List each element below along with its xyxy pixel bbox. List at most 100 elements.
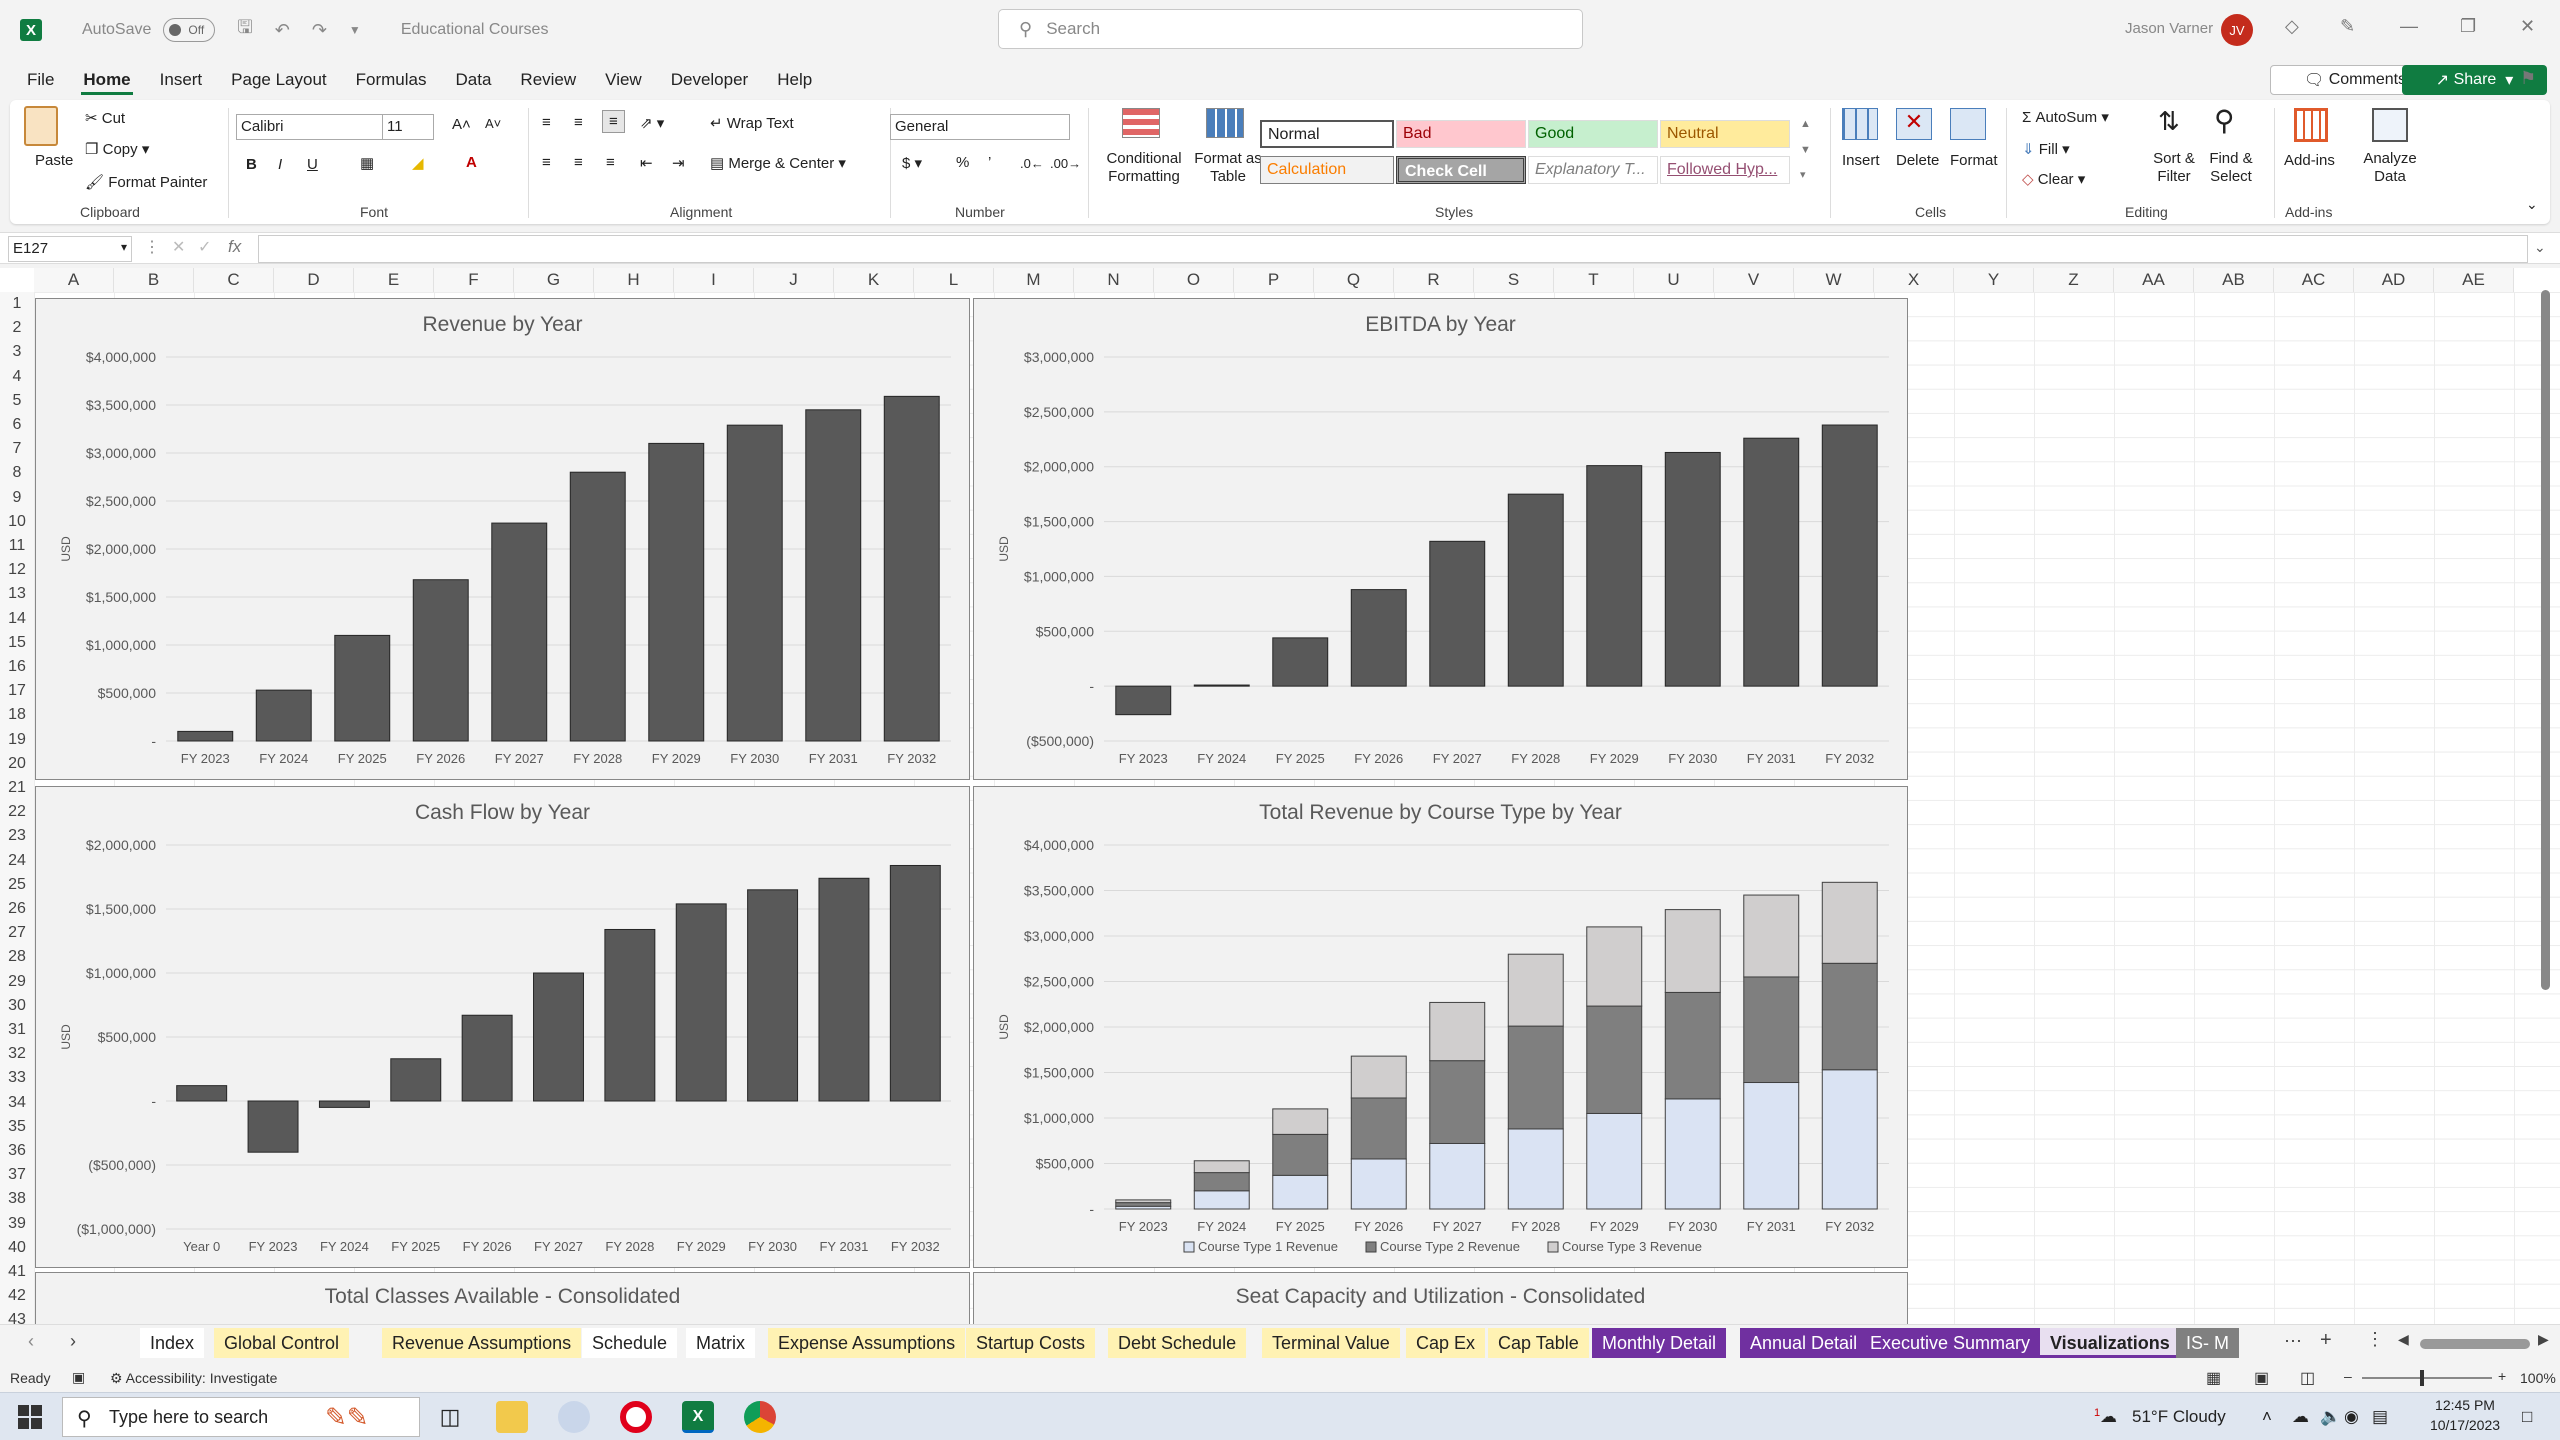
column-header[interactable]: B: [114, 268, 194, 292]
copy-button[interactable]: ❐ Copy ▾: [85, 140, 149, 158]
number-format-select[interactable]: General: [890, 114, 1070, 140]
sheet-tab[interactable]: Annual Detail: [1740, 1328, 1868, 1358]
increase-font-icon[interactable]: A˄: [452, 116, 471, 133]
row-header[interactable]: 33: [0, 1066, 34, 1091]
menu-page-layout[interactable]: Page Layout: [229, 66, 328, 94]
sheet-tab[interactable]: Terminal Value: [1262, 1328, 1400, 1358]
fill-color-icon[interactable]: ◢: [412, 154, 424, 172]
row-header[interactable]: 27: [0, 921, 34, 946]
merge-center-button[interactable]: ▤ Merge & Center ▾: [710, 154, 846, 172]
delete-cells-icon[interactable]: ✕: [1896, 108, 1932, 140]
zoom-slider-thumb[interactable]: [2420, 1370, 2424, 1386]
orientation-icon[interactable]: ⇗ ▾: [640, 114, 664, 132]
next-sheet-icon[interactable]: ›: [70, 1331, 76, 1352]
row-header[interactable]: 24: [0, 848, 34, 873]
row-header[interactable]: 29: [0, 969, 34, 994]
column-header[interactable]: I: [674, 268, 754, 292]
analyze-data-button[interactable]: Analyze Data: [2358, 150, 2422, 186]
add-ins-icon[interactable]: [2294, 108, 2328, 142]
weather-text[interactable]: 51°F Cloudy: [2132, 1407, 2226, 1427]
sheet-tab[interactable]: Debt Schedule: [1108, 1328, 1247, 1358]
menu-developer[interactable]: Developer: [669, 66, 751, 94]
row-header[interactable]: 14: [0, 606, 34, 631]
row-header[interactable]: 30: [0, 993, 34, 1018]
more-icon[interactable]: ⋮: [144, 237, 160, 257]
column-header[interactable]: G: [514, 268, 594, 292]
styles-more-icon[interactable]: ▾: [1800, 168, 1806, 181]
column-header[interactable]: Y: [1954, 268, 2034, 292]
taskbar-search-input[interactable]: ⚲ Type here to search ✎✎: [62, 1397, 420, 1437]
column-header[interactable]: J: [754, 268, 834, 292]
sheet-tab[interactable]: Schedule: [582, 1328, 678, 1358]
vertical-scrollbar[interactable]: [2538, 280, 2552, 1320]
column-header[interactable]: AB: [2194, 268, 2274, 292]
expand-formula-icon[interactable]: ⌄: [2534, 239, 2546, 256]
insert-button[interactable]: Insert: [1842, 152, 1880, 169]
cut-button[interactable]: ✂ Cut: [85, 109, 125, 127]
task-view-icon[interactable]: ◫: [434, 1401, 466, 1433]
minimize-icon[interactable]: —: [2400, 16, 2418, 37]
sheet-tab[interactable]: Index: [140, 1328, 205, 1358]
close-icon[interactable]: ✕: [2520, 16, 2535, 37]
increase-indent-icon[interactable]: ⇥: [672, 154, 685, 172]
row-header[interactable]: 20: [0, 751, 34, 776]
column-header[interactable]: AC: [2274, 268, 2354, 292]
menu-file[interactable]: File: [25, 66, 56, 94]
format-as-table-button[interactable]: Format as Table: [1190, 150, 1266, 186]
row-header[interactable]: 5: [0, 388, 34, 413]
name-box[interactable]: E127 ▾: [8, 236, 132, 262]
find-icon[interactable]: ⚲: [2214, 104, 2235, 137]
wrap-text-button[interactable]: ↵ Wrap Text: [710, 114, 794, 132]
column-header[interactable]: T: [1554, 268, 1634, 292]
sort-filter-icon[interactable]: ⇅: [2158, 106, 2180, 137]
file-explorer-icon[interactable]: [496, 1401, 528, 1433]
column-header[interactable]: F: [434, 268, 514, 292]
conditional-formatting-button[interactable]: Conditional Formatting: [1096, 150, 1192, 186]
tray-overflow-icon[interactable]: ˄: [2262, 1407, 2272, 1427]
ebitda-by-year-chart[interactable]: EBITDA by Year ($500,000) - $500,000 $1,000…: [973, 298, 1908, 780]
row-header[interactable]: 13: [0, 582, 34, 607]
horizontal-scrollbar-thumb[interactable]: [2420, 1339, 2530, 1349]
windows-start-icon[interactable]: [18, 1405, 42, 1429]
column-header[interactable]: W: [1794, 268, 1874, 292]
row-header[interactable]: 41: [0, 1260, 34, 1285]
total-classes-chart[interactable]: Total Classes Available - Consolidated: [35, 1272, 970, 1332]
sheet-tab[interactable]: Cap Table: [1488, 1328, 1589, 1358]
align-left-icon[interactable]: ≡: [542, 154, 551, 171]
column-header[interactable]: Q: [1314, 268, 1394, 292]
row-header[interactable]: 26: [0, 897, 34, 922]
styles-scroll-up-icon[interactable]: ▲: [1800, 118, 1811, 130]
column-header[interactable]: U: [1634, 268, 1714, 292]
customize-qat-icon[interactable]: ▼: [349, 23, 361, 37]
italic-icon[interactable]: I: [278, 156, 282, 173]
macro-icon[interactable]: ▣: [72, 1369, 85, 1386]
paste-button[interactable]: Paste: [35, 152, 73, 169]
row-header[interactable]: 31: [0, 1018, 34, 1043]
format-as-table-icon[interactable]: [1206, 108, 1244, 138]
zoom-in-icon[interactable]: +: [2498, 1368, 2506, 1384]
format-button[interactable]: Format: [1950, 152, 1998, 169]
autosum-button[interactable]: Σ AutoSum ▾: [2022, 108, 2109, 126]
delete-button[interactable]: Delete: [1896, 152, 1939, 169]
menu-help[interactable]: Help: [775, 66, 814, 94]
align-right-icon[interactable]: ≡: [606, 154, 615, 171]
align-middle-icon[interactable]: ≡: [574, 114, 583, 131]
row-header[interactable]: 28: [0, 945, 34, 970]
row-header[interactable]: 35: [0, 1114, 34, 1139]
excel-taskbar-icon[interactable]: X: [682, 1401, 714, 1433]
revenue-by-course-type-chart[interactable]: Total Revenue by Course Type by Year - $5…: [973, 786, 1908, 1268]
currency-icon[interactable]: $ ▾: [902, 154, 922, 172]
increase-decimal-icon[interactable]: .0←: [1020, 156, 1044, 171]
column-header[interactable]: AA: [2114, 268, 2194, 292]
weather-icon[interactable]: ☁: [2100, 1407, 2117, 1427]
sheet-tab[interactable]: Expense Assumptions: [768, 1328, 966, 1358]
save-icon[interactable]: 🖫: [237, 15, 252, 45]
row-header[interactable]: 7: [0, 437, 34, 462]
font-name-select[interactable]: Calibri: [236, 114, 386, 140]
row-header[interactable]: 32: [0, 1042, 34, 1067]
redo-icon[interactable]: ↷: [312, 20, 327, 41]
align-center-icon[interactable]: ≡: [574, 154, 583, 171]
row-header[interactable]: 25: [0, 872, 34, 897]
hscroll-left-icon[interactable]: ◀: [2398, 1331, 2409, 1348]
row-header[interactable]: 3: [0, 340, 34, 365]
